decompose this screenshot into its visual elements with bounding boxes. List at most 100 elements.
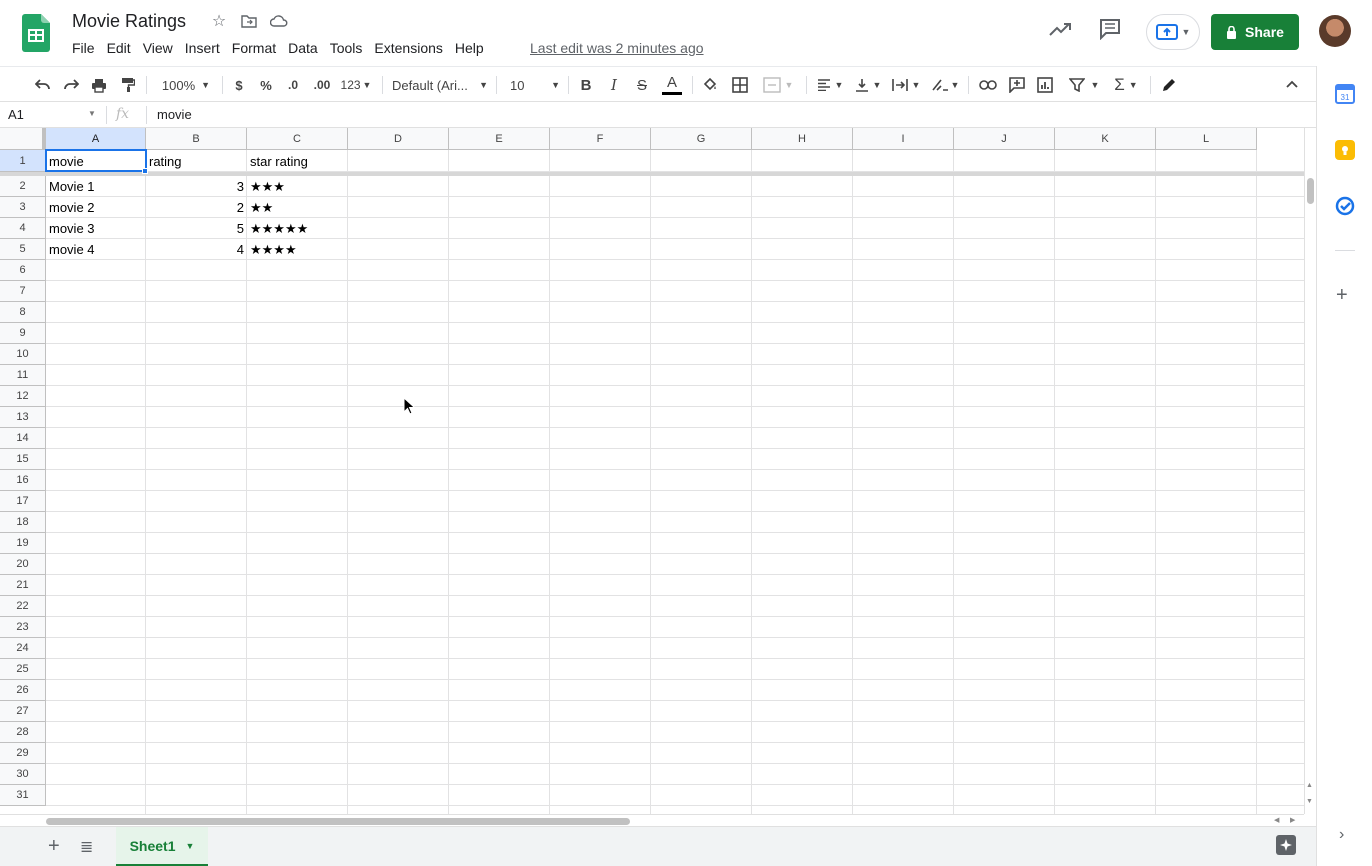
row-header[interactable]: 23 xyxy=(0,617,46,638)
insert-chart-icon[interactable] xyxy=(1034,67,1056,103)
column-header-f[interactable]: F xyxy=(550,128,651,150)
row-header[interactable]: 13 xyxy=(0,407,46,428)
calendar-icon[interactable]: 31 xyxy=(1335,84,1355,104)
cell-c5[interactable]: ★★★★ xyxy=(247,239,348,260)
horizontal-align-icon[interactable]: ▼ xyxy=(814,67,846,103)
avatar[interactable] xyxy=(1319,15,1351,47)
row-header[interactable]: 11 xyxy=(0,365,46,386)
menu-help[interactable]: Help xyxy=(449,38,490,58)
decrease-decimal-button[interactable]: .0 xyxy=(283,67,303,103)
scroll-left-icon[interactable]: ◀ xyxy=(1274,816,1279,824)
font-family-select[interactable]: Default (Ari... ▼ xyxy=(392,67,488,103)
redo-icon[interactable] xyxy=(60,67,82,103)
menu-view[interactable]: View xyxy=(137,38,179,58)
menu-extensions[interactable]: Extensions xyxy=(368,38,448,58)
horizontal-scroll-thumb[interactable] xyxy=(46,818,630,825)
row-header[interactable]: 22 xyxy=(0,596,46,617)
cell-c2[interactable]: ★★★ xyxy=(247,176,348,197)
menu-file[interactable]: File xyxy=(66,38,101,58)
row-header[interactable]: 10 xyxy=(0,344,46,365)
row-header[interactable]: 9 xyxy=(0,323,46,344)
row-header[interactable]: 8 xyxy=(0,302,46,323)
text-color-icon[interactable]: A xyxy=(660,67,684,103)
row-header[interactable]: 4 xyxy=(0,218,46,239)
formula-input[interactable]: movie xyxy=(157,107,192,122)
column-header-g[interactable]: G xyxy=(651,128,752,150)
undo-icon[interactable] xyxy=(32,67,54,103)
collapse-menus-chevron-up-icon[interactable] xyxy=(1286,75,1298,91)
scroll-down-icon[interactable]: ▼ xyxy=(1306,798,1313,805)
move-folder-icon[interactable] xyxy=(240,12,258,30)
cell-b1[interactable]: rating xyxy=(146,150,247,172)
name-box[interactable]: A1 xyxy=(8,107,98,122)
row-header[interactable]: 27 xyxy=(0,701,46,722)
fill-color-icon[interactable] xyxy=(700,67,720,103)
cell-b3[interactable]: 2 xyxy=(146,197,247,218)
cell-a3[interactable]: movie 2 xyxy=(46,197,146,218)
row-header[interactable]: 5 xyxy=(0,239,46,260)
cell-c4[interactable]: ★★★★★ xyxy=(247,218,348,239)
column-header-h[interactable]: H xyxy=(752,128,853,150)
row-header[interactable]: 7 xyxy=(0,281,46,302)
currency-format-button[interactable]: $ xyxy=(230,67,248,103)
row-header[interactable]: 20 xyxy=(0,554,46,575)
present-button[interactable]: ▼ xyxy=(1146,14,1200,50)
spreadsheet-grid[interactable]: A B C D E F G H I J K L 1 2 3 4 5 6 7 8 9 10 11 12 13 14 15 16 17 18 1… xyxy=(0,128,1304,814)
scroll-right-icon[interactable]: ▶ xyxy=(1290,816,1295,824)
scroll-up-icon[interactable]: ▲ xyxy=(1306,782,1313,789)
column-header-c[interactable]: C xyxy=(247,128,348,150)
row-header[interactable]: 16 xyxy=(0,470,46,491)
row-header[interactable]: 2 xyxy=(0,176,46,197)
row-header[interactable]: 19 xyxy=(0,533,46,554)
explore-icon[interactable] xyxy=(1276,835,1296,855)
cell-a5[interactable]: movie 4 xyxy=(46,239,146,260)
all-sheets-icon[interactable]: ≣ xyxy=(80,837,93,857)
row-header[interactable]: 25 xyxy=(0,659,46,680)
menu-tools[interactable]: Tools xyxy=(324,38,369,58)
chevron-down-icon[interactable]: ▼ xyxy=(186,841,195,851)
cell-b2[interactable]: 3 xyxy=(146,176,247,197)
zoom-select[interactable]: 100% ▼ xyxy=(158,67,214,103)
text-wrapping-icon[interactable]: ▼ xyxy=(890,67,922,103)
row-header[interactable]: 6 xyxy=(0,260,46,281)
cell-a4[interactable]: movie 3 xyxy=(46,218,146,239)
row-header[interactable]: 3 xyxy=(0,197,46,218)
tasks-icon[interactable] xyxy=(1335,196,1355,216)
column-header-e[interactable]: E xyxy=(449,128,550,150)
row-header[interactable]: 12 xyxy=(0,386,46,407)
row-header[interactable]: 26 xyxy=(0,680,46,701)
select-all-corner[interactable] xyxy=(0,128,46,150)
share-button[interactable]: Share xyxy=(1211,14,1299,50)
increase-decimal-button[interactable]: .00 xyxy=(310,67,334,103)
strikethrough-icon[interactable]: S xyxy=(632,67,652,103)
column-header-i[interactable]: I xyxy=(853,128,954,150)
percent-format-button[interactable]: % xyxy=(257,67,275,103)
sheets-logo-icon[interactable] xyxy=(22,14,50,52)
filter-icon[interactable]: ▼ xyxy=(1064,67,1104,103)
more-formats-select[interactable]: 123 ▼ xyxy=(339,67,373,103)
menu-data[interactable]: Data xyxy=(282,38,324,58)
column-header-a[interactable]: A xyxy=(46,128,146,150)
row-header[interactable]: 14 xyxy=(0,428,46,449)
vertical-align-icon[interactable]: ▼ xyxy=(852,67,884,103)
vertical-scroll-thumb[interactable] xyxy=(1307,178,1314,204)
row-header[interactable]: 30 xyxy=(0,764,46,785)
keep-icon[interactable] xyxy=(1335,140,1355,160)
insert-link-icon[interactable] xyxy=(976,67,1000,103)
font-size-select[interactable]: 10 ▼ xyxy=(506,67,560,103)
row-header[interactable]: 1 xyxy=(0,150,46,172)
menu-insert[interactable]: Insert xyxy=(179,38,226,58)
get-addons-plus-icon[interactable]: + xyxy=(1336,284,1348,307)
row-header[interactable]: 29 xyxy=(0,743,46,764)
column-header-j[interactable]: J xyxy=(954,128,1055,150)
column-header-d[interactable]: D xyxy=(348,128,449,150)
cell-c3[interactable]: ★★ xyxy=(247,197,348,218)
menu-edit[interactable]: Edit xyxy=(101,38,137,58)
row-header[interactable]: 28 xyxy=(0,722,46,743)
activity-trend-icon[interactable] xyxy=(1048,20,1072,38)
insert-comment-icon[interactable] xyxy=(1006,67,1028,103)
cell-b5[interactable]: 4 xyxy=(146,239,247,260)
chevron-right-icon[interactable]: › xyxy=(1339,826,1344,844)
document-title[interactable]: Movie Ratings xyxy=(72,11,186,32)
fill-handle[interactable] xyxy=(142,168,148,174)
